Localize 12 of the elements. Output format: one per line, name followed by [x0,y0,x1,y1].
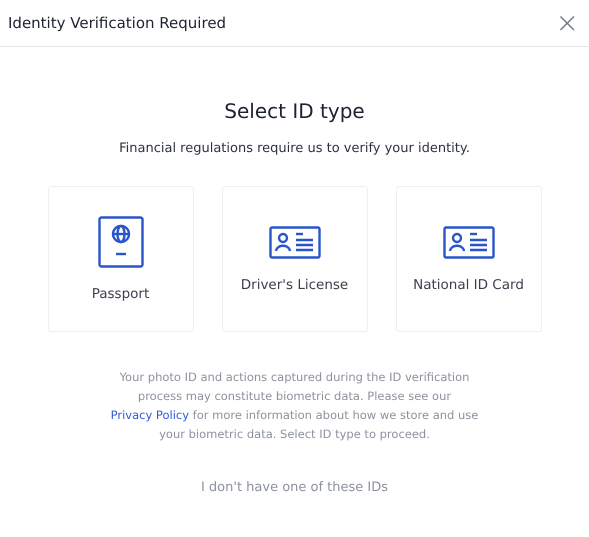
id-type-option[interactable]: National ID Card [396,186,542,332]
disclaimer-text: Your photo ID and actions captured during the ID verification process may constitute biometric data. Please see our Privacy Policy for more information about how we store and use your biometric data. Select ID type to proceed. [110,369,480,443]
id-type-option[interactable]: Driver's License [222,186,368,332]
id-type-option[interactable]: Passport [48,186,194,332]
heading: Select ID type [224,99,365,123]
subtitle: Financial regulations require us to verify your identity. [119,141,470,156]
close-button[interactable]: × [554,9,581,37]
passport-icon [98,216,144,268]
dialog-title: Identity Verification Required [8,14,226,32]
id-card-icon [268,226,320,258]
id-card-icon [442,226,494,258]
privacy-policy-link[interactable]: Privacy Policy [110,408,190,422]
